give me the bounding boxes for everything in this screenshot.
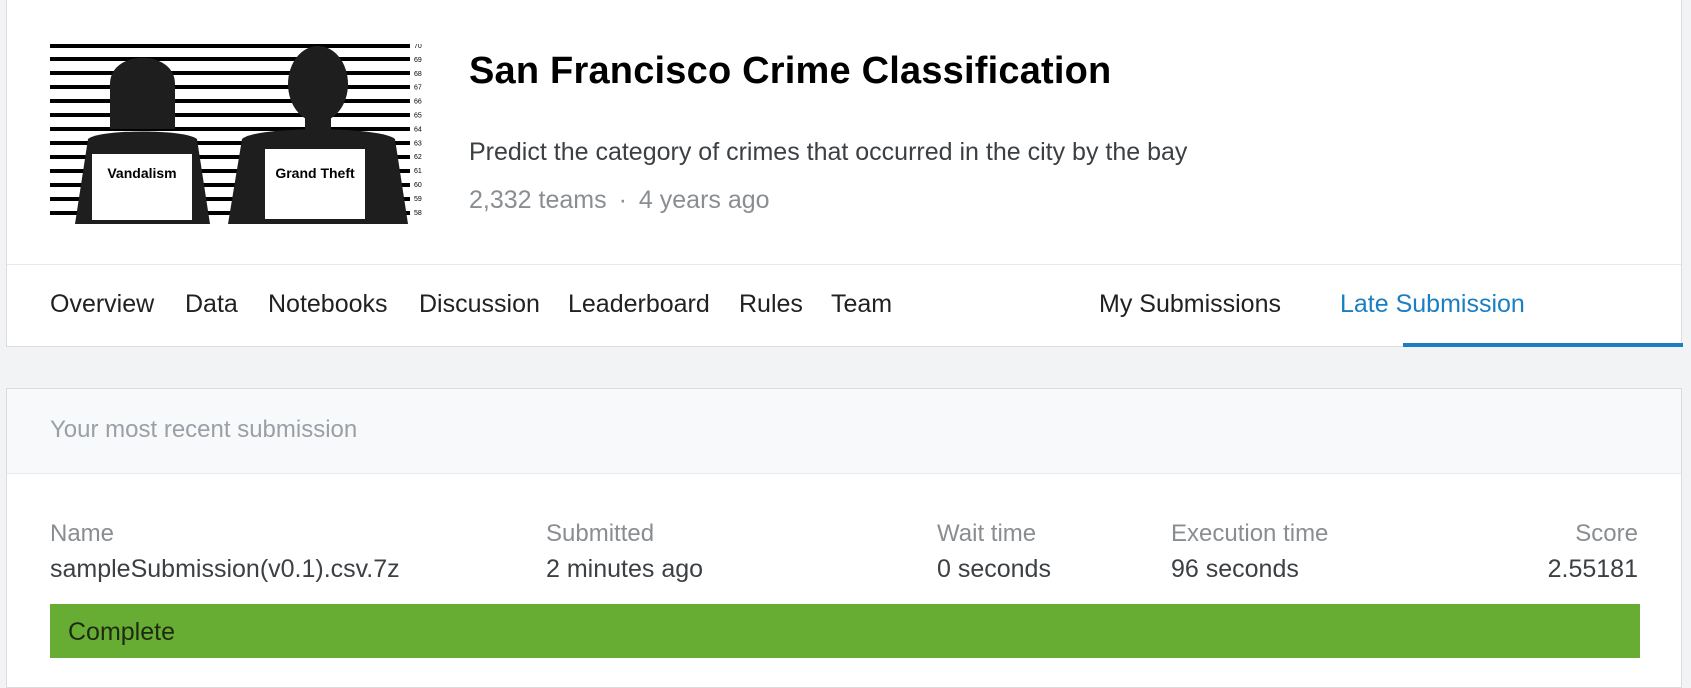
score-value: 2.55181 [1547, 555, 1638, 583]
meta-separator: · [618, 186, 627, 214]
height-mark: 59 [414, 196, 422, 203]
height-mark: 65 [414, 113, 422, 120]
tab-team[interactable]: Team [831, 290, 892, 319]
competition-subtitle: Predict the category of crimes that occu… [469, 138, 1188, 166]
page-title: San Francisco Crime Classification [469, 50, 1112, 92]
submission-heading-text: Your most recent submission [50, 416, 358, 443]
tab-notebooks[interactable]: Notebooks [268, 290, 388, 319]
execution-time-value: 96 seconds [1171, 555, 1299, 583]
competition-meta: 2,332 teams · 4 years ago [469, 186, 770, 215]
score-label: Score [1575, 520, 1638, 547]
sign-left-text: Vandalism [107, 165, 176, 181]
height-mark: 69 [414, 57, 422, 64]
competition-banner: Vandalism Grand Theft 70 69 68 67 66 65 64 63 62… [7, 0, 1681, 264]
tab-data[interactable]: Data [185, 290, 238, 319]
height-mark: 64 [414, 126, 422, 133]
status-text: Complete [68, 618, 175, 646]
height-mark: 66 [414, 99, 422, 106]
tab-overview[interactable]: Overview [50, 290, 154, 319]
late-submission-button[interactable]: Late Submission [1340, 290, 1525, 319]
my-submissions-button[interactable]: My Submissions [1099, 290, 1281, 319]
competition-age: 4 years ago [638, 186, 770, 214]
height-mark: 63 [414, 140, 422, 147]
team-count[interactable]: 2,332 teams [469, 186, 607, 214]
execution-time-label: Execution time [1171, 520, 1329, 547]
submitted-value: 2 minutes ago [546, 555, 704, 583]
height-mark: 61 [414, 168, 422, 175]
sign-right-text: Grand Theft [275, 165, 355, 181]
tab-rules[interactable]: Rules [739, 290, 803, 319]
competition-nav: Overview Data Notebooks Discussion Leade… [7, 264, 1683, 347]
competition-header: Vandalism Grand Theft 70 69 68 67 66 65 64 63 62… [6, 0, 1683, 347]
height-mark: 62 [414, 154, 422, 161]
height-mark: 67 [414, 85, 422, 92]
height-mark: 70 [414, 44, 422, 50]
recent-submission-card: Your most recent submission Name sampleS… [6, 388, 1682, 688]
wait-time-value: 0 seconds [937, 555, 1051, 583]
submitted-label: Submitted [546, 520, 655, 547]
submission-heading: Your most recent submission [7, 389, 1681, 474]
wait-time-label: Wait time [937, 520, 1037, 547]
competition-logo: Vandalism Grand Theft 70 69 68 67 66 65 64 63 62… [50, 44, 422, 224]
tab-leaderboard[interactable]: Leaderboard [568, 290, 710, 319]
height-mark: 68 [414, 71, 422, 78]
name-label: Name [50, 520, 115, 547]
height-mark: 58 [414, 210, 422, 217]
submission-file-name: sampleSubmission(v0.1).csv.7z [50, 555, 400, 583]
active-tab-indicator [1403, 343, 1683, 347]
tab-discussion[interactable]: Discussion [419, 290, 540, 319]
height-mark: 60 [414, 182, 422, 189]
status-bar: Complete [50, 604, 1640, 658]
